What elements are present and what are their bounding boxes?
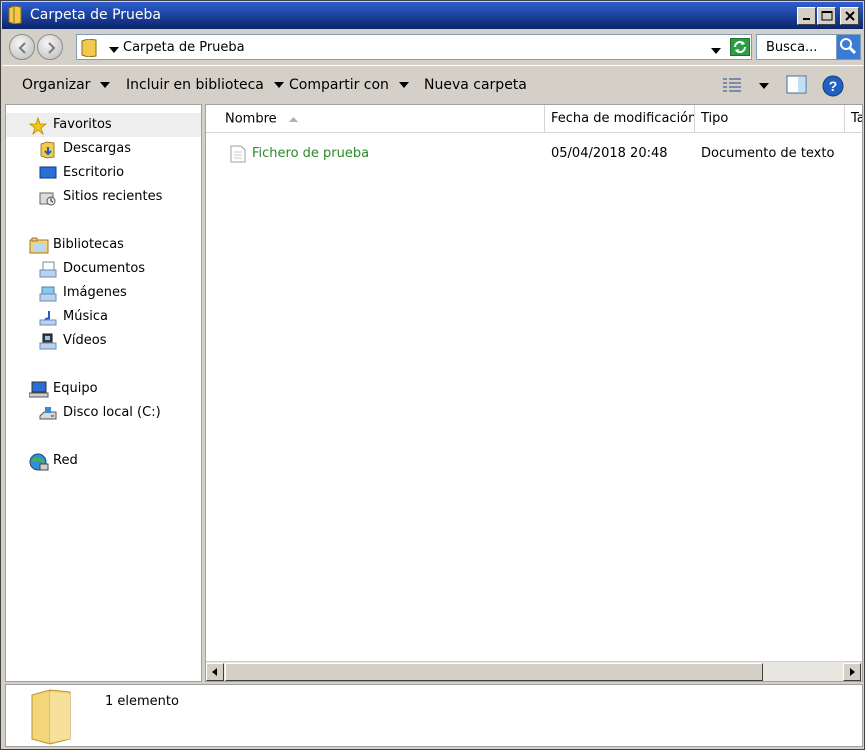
- compartir-label: Compartir con: [289, 77, 389, 93]
- chevron-down-icon: [100, 82, 111, 88]
- music-icon: [39, 309, 57, 326]
- scroll-right-icon: [850, 668, 855, 676]
- chevron-down-icon: [273, 82, 284, 88]
- nav-label: Bibliotecas: [53, 237, 124, 252]
- nav-label: Favoritos: [53, 117, 112, 132]
- incluir-biblioteca-menu[interactable]: Incluir en biblioteca: [126, 76, 284, 96]
- computer-icon: [28, 381, 49, 398]
- file-date: 05/04/2018 20:48: [551, 146, 668, 161]
- nav-label: Imágenes: [63, 285, 127, 300]
- back-button[interactable]: [9, 34, 35, 60]
- close-button[interactable]: [840, 7, 859, 25]
- column-label: Nombre: [225, 111, 277, 127]
- column-header-fecha[interactable]: Fecha de modificación: [545, 105, 695, 133]
- network-icon: [29, 453, 49, 471]
- title-bar[interactable]: Carpeta de Prueba: [2, 2, 863, 29]
- forward-arrow-icon: [48, 42, 56, 54]
- nav-label: Vídeos: [63, 333, 107, 348]
- navigation-pane: Favoritos Descargas Escritorio Sitios re…: [5, 104, 202, 682]
- folder-icon: [30, 689, 72, 748]
- search-placeholder: Busca...: [766, 40, 818, 55]
- maximize-button[interactable]: [817, 7, 836, 25]
- change-view-button[interactable]: [722, 75, 744, 98]
- nav-label: Documentos: [63, 261, 146, 276]
- column-label: Fecha de modificación: [551, 111, 695, 126]
- sort-ascending-icon: [288, 105, 298, 133]
- breadcrumb[interactable]: Carpeta de Prueba: [123, 40, 245, 55]
- view-dropdown-button[interactable]: [759, 80, 769, 94]
- file-type: Documento de texto: [701, 146, 835, 161]
- folder-icon: [8, 5, 22, 25]
- nav-label: Música: [63, 309, 108, 324]
- downloads-icon: [39, 141, 57, 159]
- help-button[interactable]: ?: [822, 75, 844, 100]
- refresh-icon: [734, 41, 746, 53]
- details-view-icon: [723, 78, 741, 92]
- hard-drive-icon: [39, 405, 57, 421]
- file-list: Nombre Fecha de modificación Tipo Ta Fic…: [205, 104, 863, 682]
- nav-label: Equipo: [53, 381, 98, 396]
- nav-label: Red: [53, 453, 78, 468]
- organizar-label: Organizar: [22, 77, 91, 93]
- nav-label: Disco local (C:): [63, 405, 161, 420]
- nueva-carpeta-button[interactable]: Nueva carpeta: [424, 76, 527, 96]
- column-header-nombre[interactable]: Nombre: [206, 105, 545, 133]
- documents-icon: [39, 261, 57, 278]
- column-label: Ta: [851, 111, 862, 126]
- text-file-icon: [230, 145, 246, 171]
- window-title: Carpeta de Prueba: [30, 7, 161, 23]
- forward-button[interactable]: [37, 34, 63, 60]
- desktop-icon: [39, 165, 57, 181]
- chevron-down-icon: [398, 82, 409, 88]
- scroll-left-icon: [212, 668, 217, 676]
- incluir-label: Incluir en biblioteca: [126, 77, 264, 93]
- help-icon: ?: [822, 75, 844, 97]
- scroll-thumb[interactable]: [225, 663, 763, 681]
- file-name: Fichero de prueba: [252, 146, 370, 161]
- column-header-tipo[interactable]: Tipo: [695, 105, 845, 133]
- column-header: Nombre Fecha de modificación Tipo Ta: [206, 105, 862, 133]
- compartir-menu[interactable]: Compartir con: [289, 76, 409, 96]
- recent-places-icon: [39, 189, 57, 206]
- details-pane: 1 elemento: [5, 684, 863, 747]
- search-input[interactable]: Busca...: [756, 34, 861, 60]
- minimize-button[interactable]: [797, 7, 816, 25]
- column-header-tamano[interactable]: Ta: [845, 105, 862, 133]
- scroll-left-button[interactable]: [206, 663, 224, 681]
- preview-pane-icon: [786, 75, 807, 94]
- folder-icon: [81, 38, 97, 60]
- address-bar[interactable]: Carpeta de Prueba: [76, 34, 752, 60]
- table-row[interactable]: Fichero de prueba 05/04/2018 20:48 Docum…: [206, 143, 862, 165]
- address-toolbar: Carpeta de Prueba Busca...: [2, 29, 863, 64]
- breadcrumb-arrow-icon[interactable]: [109, 44, 119, 58]
- libraries-icon: [29, 237, 49, 254]
- star-icon: [28, 116, 48, 136]
- command-bar: Organizar Incluir en biblioteca Comparti…: [2, 65, 863, 103]
- column-label: Tipo: [701, 111, 729, 126]
- nav-label: Escritorio: [63, 165, 125, 180]
- search-icon: [840, 38, 857, 55]
- nav-label: Sitios recientes: [63, 189, 163, 204]
- videos-icon: [39, 333, 57, 350]
- item-count: 1 elemento: [105, 694, 179, 709]
- horizontal-scrollbar[interactable]: [206, 661, 862, 681]
- search-button[interactable]: [836, 35, 860, 59]
- svg-text:?: ?: [829, 78, 838, 94]
- back-arrow-icon: [18, 42, 26, 54]
- address-dropdown-icon[interactable]: [711, 45, 721, 59]
- nueva-carpeta-label: Nueva carpeta: [424, 77, 527, 93]
- nav-label: Descargas: [63, 141, 132, 156]
- chevron-down-icon: [759, 83, 769, 89]
- preview-pane-button[interactable]: [786, 75, 808, 98]
- organizar-menu[interactable]: Organizar: [22, 76, 111, 96]
- scroll-right-button[interactable]: [843, 663, 861, 681]
- pictures-icon: [39, 285, 57, 302]
- explorer-window: Carpeta de Prueba Carpeta de Prueba Busc…: [0, 0, 865, 750]
- refresh-button[interactable]: [730, 38, 750, 56]
